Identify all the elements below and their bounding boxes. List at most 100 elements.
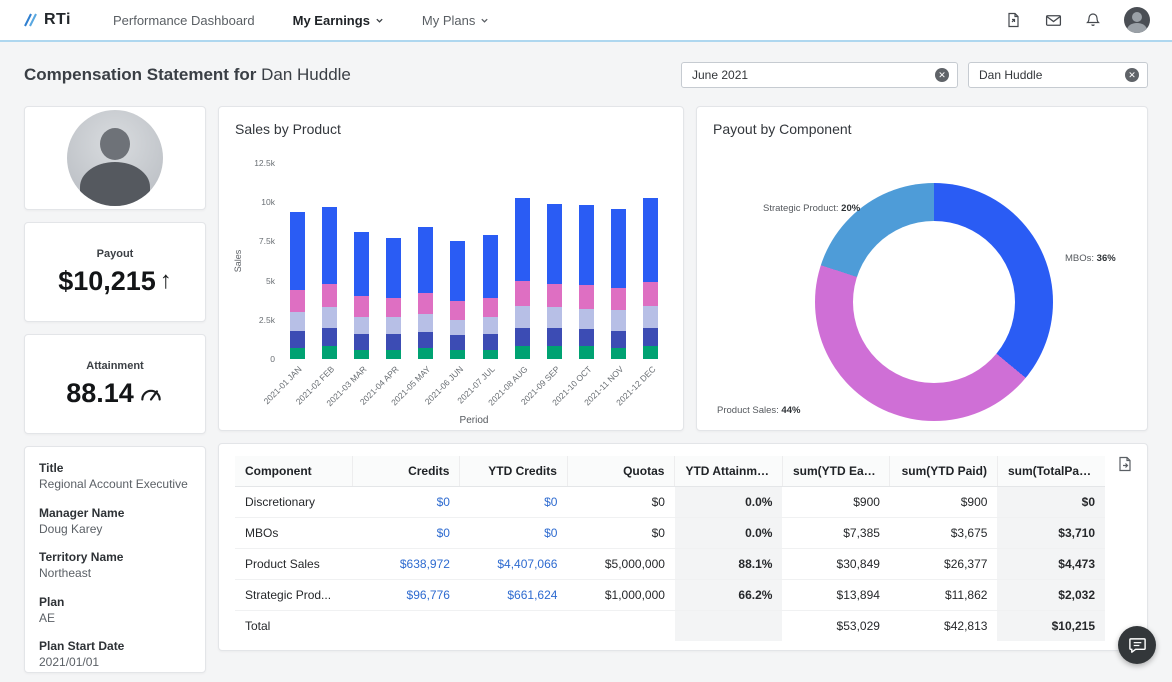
table-cell: $0 [997, 487, 1105, 518]
profile-photo-card [24, 106, 206, 210]
bar-segment-blue [322, 207, 337, 284]
bar-segment-green [322, 346, 337, 359]
table-row: MBOs$0$0$00.0%$7,385$3,675$3,710 [235, 518, 1105, 549]
bar-segment-green [579, 346, 594, 359]
logo-mark-icon [22, 11, 40, 29]
detail-item: Plan Start Date2021/01/01 [39, 639, 191, 671]
table-cell[interactable]: $96,776 [352, 580, 460, 611]
bar-segment-pink [611, 288, 626, 310]
payee-filter-input[interactable]: Dan Huddle ✕ [968, 62, 1148, 88]
bar-segment-green [354, 350, 369, 359]
column-header[interactable]: Component [235, 456, 352, 487]
page-header: Compensation Statement for Dan Huddle Ju… [24, 62, 1148, 88]
bar[interactable] [603, 163, 635, 359]
table-row: Product Sales$638,972$4,407,066$5,000,00… [235, 549, 1105, 580]
clear-icon[interactable]: ✕ [1125, 68, 1139, 82]
detail-label: Territory Name [39, 550, 191, 564]
report-export-icon[interactable] [1004, 11, 1022, 29]
table-cell[interactable]: $661,624 [460, 580, 568, 611]
column-header[interactable]: YTD Credits [460, 456, 568, 487]
bar[interactable] [635, 163, 667, 359]
detail-label: Manager Name [39, 506, 191, 520]
detail-item: PlanAE [39, 595, 191, 627]
donut-callout-mbos: MBOs: 36% [1065, 253, 1116, 264]
bar-segment-pink [290, 290, 305, 312]
column-header[interactable]: Credits [352, 456, 460, 487]
table-cell[interactable]: $0 [460, 518, 568, 549]
bar-segment-green [290, 348, 305, 359]
table-cell: $10,215 [997, 611, 1105, 642]
bar[interactable] [538, 163, 570, 359]
detail-label: Title [39, 461, 191, 475]
column-header[interactable]: YTD Attainment [675, 456, 783, 487]
gauge-icon [138, 381, 164, 405]
table-cell[interactable]: $638,972 [352, 549, 460, 580]
user-avatar[interactable] [1124, 7, 1150, 33]
bar-segment-pink [418, 293, 433, 313]
bar[interactable] [474, 163, 506, 359]
bar[interactable] [378, 163, 410, 359]
column-header[interactable]: Quotas [567, 456, 675, 487]
y-tick-label: 0 [270, 354, 275, 364]
table-cell: Total [235, 611, 352, 642]
bar[interactable] [345, 163, 377, 359]
bar-segment-green [450, 350, 465, 359]
chat-fab-button[interactable] [1118, 626, 1156, 664]
bell-icon[interactable] [1084, 11, 1102, 29]
table-cell: Strategic Prod... [235, 580, 352, 611]
attainment-card: Attainment 88.14 [24, 334, 206, 434]
up-arrow-icon: ↑ [160, 267, 172, 295]
mail-icon[interactable] [1044, 11, 1062, 29]
bar-segment-blue [579, 205, 594, 285]
bar[interactable] [410, 163, 442, 359]
bar-segment-blue [547, 204, 562, 284]
table-cell: $11,862 [890, 580, 998, 611]
table-cell: $13,894 [782, 580, 890, 611]
chart-title: Payout by Component [713, 121, 1131, 137]
nav-item-performance-dashboard[interactable]: Performance Dashboard [113, 13, 255, 28]
nav-item-my-plans[interactable]: My Plans [422, 13, 489, 28]
table-cell: MBOs [235, 518, 352, 549]
attainment-value: 88.14 [66, 378, 164, 409]
table-cell: 88.1% [675, 549, 783, 580]
bar[interactable] [313, 163, 345, 359]
bar[interactable] [442, 163, 474, 359]
column-header[interactable]: sum(YTD Earn... [782, 456, 890, 487]
payout-by-component-card: Payout by Component MBOs: 36% Product Sa… [696, 106, 1148, 431]
clear-icon[interactable]: ✕ [935, 68, 949, 82]
app-logo[interactable]: RTi [22, 11, 71, 29]
table-export-icon[interactable] [1117, 456, 1135, 474]
bar[interactable] [571, 163, 603, 359]
table-row: Discretionary$0$0$00.0%$900$900$0 [235, 487, 1105, 518]
table-cell: $26,377 [890, 549, 998, 580]
table-cell: 66.2% [675, 580, 783, 611]
bar-segment-blue [450, 241, 465, 301]
bar[interactable] [281, 163, 313, 359]
x-axis-title: Period [281, 415, 667, 426]
period-filter-input[interactable]: June 2021 ✕ [681, 62, 958, 88]
x-axis: 2021-01 JAN2021-02 FEB2021-03 MAR2021-04… [281, 359, 667, 415]
bar-segment-pink [483, 298, 498, 317]
table-cell[interactable]: $0 [352, 518, 460, 549]
bar-segment-green [386, 350, 401, 359]
y-axis: 02.5k5k7.5k10k12.5k [249, 163, 281, 359]
bar-segment-green [515, 346, 530, 359]
payout-card: Payout $10,215 ↑ [24, 222, 206, 322]
nav-item-my-earnings[interactable]: My Earnings [293, 13, 384, 28]
bar-segment-pink [322, 284, 337, 308]
column-header[interactable]: sum(TotalPayo... [997, 456, 1105, 487]
table-cell[interactable]: $4,407,066 [460, 549, 568, 580]
x-axis-title-row: Period [235, 415, 667, 426]
table-cell: $4,473 [997, 549, 1105, 580]
table-cell[interactable]: $0 [352, 487, 460, 518]
donut-ring[interactable] [815, 183, 1053, 421]
bar-segment-lavender [322, 307, 337, 327]
chart-title: Sales by Product [235, 121, 667, 137]
column-header[interactable]: sum(YTD Paid) [890, 456, 998, 487]
component-table-card: ComponentCreditsYTD CreditsQuotasYTD Att… [218, 443, 1148, 651]
table-cell[interactable]: $0 [460, 487, 568, 518]
table-cell: $0 [567, 518, 675, 549]
bar[interactable] [506, 163, 538, 359]
detail-value: Regional Account Executive [39, 477, 191, 493]
detail-item: Territory NameNortheast [39, 550, 191, 582]
